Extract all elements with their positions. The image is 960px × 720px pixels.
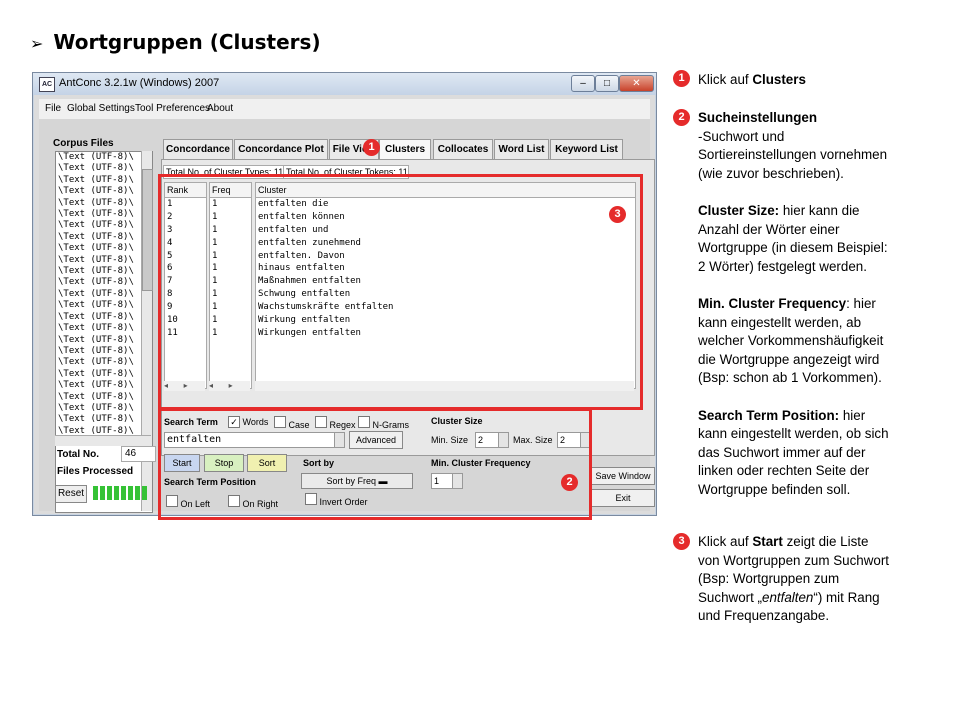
corpus-file-item[interactable]: \Text (UTF-8)\ xyxy=(56,323,152,334)
corpus-file-item[interactable]: \Text (UTF-8)\ xyxy=(56,186,152,197)
slide-title: Wortgruppen (Clusters) xyxy=(53,30,321,54)
menu-global-settings[interactable]: Global Settings xyxy=(67,103,135,114)
corpus-file-item[interactable]: \Text (UTF-8)\ xyxy=(56,392,152,403)
files-processed-label: Files Processed xyxy=(57,466,134,477)
corpus-file-item[interactable]: \Text (UTF-8)\ xyxy=(56,175,152,186)
arrow-bullet-icon: ➢ xyxy=(30,34,44,53)
note-badge-2: 2 xyxy=(673,109,690,126)
menu-about[interactable]: About xyxy=(207,103,233,114)
note-2: Sucheinstellungen -Suchwort und Sortiere… xyxy=(698,110,889,497)
corpus-file-item[interactable]: \Text (UTF-8)\ xyxy=(56,289,152,300)
maximize-icon: □ xyxy=(603,78,611,89)
results-highlight-box xyxy=(158,174,643,410)
corpus-file-item[interactable]: \Text (UTF-8)\ xyxy=(56,243,152,254)
menu-file[interactable]: File xyxy=(45,103,61,114)
exit-button[interactable]: Exit xyxy=(591,489,655,507)
tab-clusters[interactable]: Clusters xyxy=(379,139,431,160)
total-no-label: Total No. xyxy=(57,449,100,460)
tab-word-list[interactable]: Word List xyxy=(494,139,549,160)
app-icon: AC xyxy=(39,77,55,92)
corpus-file-item[interactable]: \Text (UTF-8)\ xyxy=(56,266,152,277)
corpus-file-item[interactable]: \Text (UTF-8)\ xyxy=(56,414,152,425)
corpus-files-label: Corpus Files xyxy=(53,138,114,149)
close-button[interactable]: ✕ xyxy=(619,75,654,92)
corpus-file-item[interactable]: \Text (UTF-8)\ xyxy=(56,198,152,209)
corpus-file-item[interactable]: \Text (UTF-8)\ xyxy=(56,152,152,163)
note-1: Klick auf Clusters xyxy=(698,72,806,87)
maximize-button[interactable]: □ xyxy=(595,75,619,92)
badge-1: 1 xyxy=(363,139,380,156)
menu-tool-preferences[interactable]: Tool Preferences xyxy=(135,103,210,114)
corpus-scroll-thumb[interactable] xyxy=(142,169,153,291)
corpus-file-item[interactable]: \Text (UTF-8)\ xyxy=(56,312,152,323)
minimize-icon: – xyxy=(580,78,586,89)
corpus-file-item[interactable]: \Text (UTF-8)\ xyxy=(56,335,152,346)
corpus-file-item[interactable]: \Text (UTF-8)\ xyxy=(56,300,152,311)
badge-2: 2 xyxy=(561,474,578,491)
reset-button[interactable]: Reset xyxy=(55,485,87,503)
corpus-hscrollbar[interactable] xyxy=(55,435,151,446)
corpus-file-item[interactable]: \Text (UTF-8)\ xyxy=(56,346,152,357)
tab-keyword-list[interactable]: Keyword List xyxy=(550,139,623,160)
title-bar[interactable]: AC AntConc 3.2.1w (Windows) 2007 – □ ✕ xyxy=(33,73,656,95)
corpus-file-item[interactable]: \Text (UTF-8)\ xyxy=(56,357,152,368)
tab-concordance-plot[interactable]: Concordance Plot xyxy=(234,139,328,160)
save-window-button[interactable]: Save Window xyxy=(591,467,655,485)
total-no-value: 46 xyxy=(121,446,156,462)
minimize-button[interactable]: – xyxy=(571,75,595,92)
note-badge-3: 3 xyxy=(673,533,690,550)
corpus-file-item[interactable]: \Text (UTF-8)\ xyxy=(56,232,152,243)
files-processed-progress xyxy=(93,486,149,500)
close-icon: ✕ xyxy=(632,78,641,89)
corpus-file-item[interactable]: \Text (UTF-8)\ xyxy=(56,209,152,220)
tab-collocates[interactable]: Collocates xyxy=(433,139,493,160)
corpus-file-item[interactable]: \Text (UTF-8)\ xyxy=(56,369,152,380)
corpus-file-item[interactable]: \Text (UTF-8)\ xyxy=(56,255,152,266)
corpus-file-item[interactable]: \Text (UTF-8)\ xyxy=(56,380,152,391)
settings-highlight-box xyxy=(158,408,592,520)
note-3: Klick auf Start zeigt die Liste von Wort… xyxy=(698,534,890,624)
menu-bar: File Global Settings Tool Preferences Ab… xyxy=(39,99,650,119)
window-title: AntConc 3.2.1w (Windows) 2007 xyxy=(59,77,220,89)
slide-heading: ➢ Wortgruppen (Clusters) xyxy=(30,30,321,54)
tab-concordance[interactable]: Concordance xyxy=(163,139,233,160)
corpus-file-item[interactable]: \Text (UTF-8)\ xyxy=(56,163,152,174)
badge-3: 3 xyxy=(609,206,626,223)
corpus-file-item[interactable]: \Text (UTF-8)\ xyxy=(56,277,152,288)
corpus-file-item[interactable]: \Text (UTF-8)\ xyxy=(56,403,152,414)
note-badge-1: 1 xyxy=(673,70,690,87)
corpus-file-item[interactable]: \Text (UTF-8)\ xyxy=(56,220,152,231)
